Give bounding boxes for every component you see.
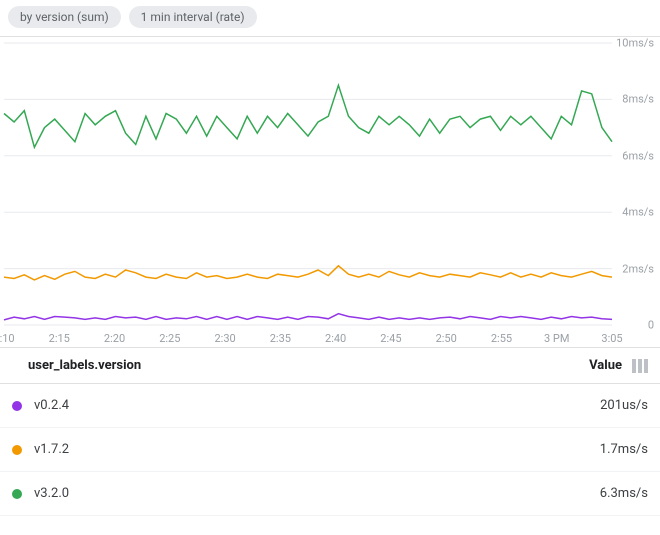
y-axis-tick: 2ms/s (622, 262, 654, 275)
legend-row[interactable]: v1.7.21.7ms/s (0, 428, 660, 472)
x-axis-tick: 2:15 (49, 332, 70, 345)
x-axis-tick: 2:55 (491, 332, 512, 345)
x-axis-tick: 2:45 (380, 332, 401, 345)
x-axis-tick: 2:30 (214, 332, 235, 345)
x-axis-tick: 2:10 (0, 332, 15, 345)
series-color-dot (12, 489, 22, 499)
chip-interval[interactable]: 1 min interval (rate) (129, 6, 257, 28)
series-color-dot (12, 445, 22, 455)
legend-row[interactable]: v0.2.4201us/s (0, 384, 660, 428)
line-chart[interactable]: 0 2ms/s 4ms/s 6ms/s 8ms/s 10ms/s 2:10 2:15 2:20 2… (0, 37, 660, 347)
legend-header-value: Value (552, 358, 622, 373)
legend-series-name: v0.2.4 (34, 398, 552, 413)
legend-series-name: v1.7.2 (34, 442, 552, 457)
legend-body: v0.2.4201us/sv1.7.21.7ms/sv3.2.06.3ms/s (0, 384, 660, 516)
chart-svg (0, 37, 660, 347)
metrics-panel: by version (sum) 1 min interval (rate) 0… (0, 0, 660, 535)
legend-row[interactable]: v3.2.06.3ms/s (0, 472, 660, 516)
x-axis-tick: 2:40 (325, 332, 346, 345)
legend-header-name: user_labels.version (28, 358, 552, 373)
x-axis-tick: 3:05 (601, 332, 622, 345)
columns-icon[interactable] (622, 359, 648, 373)
x-axis-tick: 2:20 (104, 332, 125, 345)
legend-series-name: v3.2.0 (34, 486, 552, 501)
x-axis-tick: 2:35 (270, 332, 291, 345)
chip-aggregation[interactable]: by version (sum) (8, 6, 121, 28)
x-axis-tick: 2:50 (436, 332, 457, 345)
legend-series-value: 1.7ms/s (552, 442, 648, 457)
series-color-dot (12, 401, 22, 411)
legend-header: user_labels.version Value (0, 348, 660, 384)
y-axis-tick: 8ms/s (622, 93, 654, 106)
x-axis-tick: 2:25 (159, 332, 180, 345)
legend-series-value: 6.3ms/s (552, 486, 648, 501)
y-axis-tick: 6ms/s (622, 149, 654, 162)
filter-chips-row: by version (sum) 1 min interval (rate) (0, 0, 660, 36)
legend-series-value: 201us/s (552, 398, 648, 413)
y-axis-tick: 4ms/s (622, 206, 654, 219)
x-axis-tick: 3 PM (544, 332, 569, 345)
y-axis-tick: 10ms/s (616, 37, 654, 50)
y-axis-tick: 0 (648, 319, 654, 332)
